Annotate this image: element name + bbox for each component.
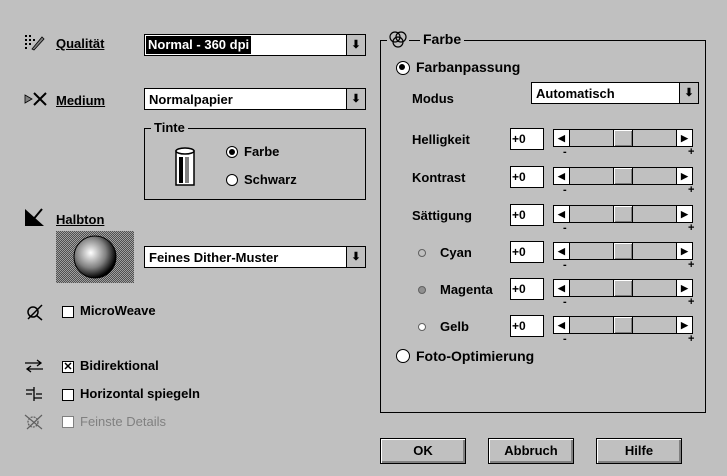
color-matching-radio[interactable] bbox=[396, 61, 410, 75]
slider-plus-label: + bbox=[688, 296, 695, 308]
bidirectional-label[interactable]: Bidirektional bbox=[80, 358, 159, 373]
bidirectional-checkbox[interactable]: ✕ bbox=[62, 361, 74, 373]
slider-minus-label: - bbox=[563, 296, 567, 308]
slider-minus-label: - bbox=[563, 333, 567, 345]
mode-label: Modus bbox=[412, 91, 454, 106]
photo-optimization-radio[interactable] bbox=[396, 349, 410, 363]
dropdown-arrow-icon[interactable]: ⬇ bbox=[679, 83, 698, 103]
slider-plus-label: + bbox=[688, 146, 695, 158]
slider-minus-label: - bbox=[563, 146, 567, 158]
ok-button[interactable]: OK bbox=[380, 438, 466, 464]
slider-thumb[interactable] bbox=[613, 317, 633, 333]
slider-value-field[interactable]: +0 bbox=[510, 128, 544, 150]
slider-label: Sättigung bbox=[412, 208, 472, 223]
slider-minus-label: - bbox=[563, 222, 567, 234]
slider-thumb[interactable] bbox=[613, 243, 633, 259]
halftone-label: Halbton bbox=[56, 212, 105, 227]
color-dot-icon bbox=[418, 323, 426, 331]
slider-minus-label: - bbox=[563, 259, 567, 271]
slider-left-arrow-icon[interactable]: ◀ bbox=[554, 168, 570, 184]
slider-right-arrow-icon[interactable]: ▶ bbox=[676, 168, 692, 184]
finest-details-icon bbox=[24, 414, 43, 430]
slider-left-arrow-icon[interactable]: ◀ bbox=[554, 317, 570, 333]
color-dot-icon bbox=[418, 249, 426, 257]
quality-label: Qualität bbox=[56, 36, 105, 51]
slider-track[interactable]: ◀ ▶ bbox=[553, 316, 693, 334]
slider-minus-label: - bbox=[563, 184, 567, 196]
bidirectional-icon bbox=[25, 359, 43, 373]
quality-icon bbox=[25, 35, 45, 51]
medium-icon bbox=[24, 92, 47, 106]
mode-value: Automatisch bbox=[536, 86, 615, 101]
ink-black-label[interactable]: Schwarz bbox=[244, 172, 297, 187]
slider-track[interactable]: ◀ ▶ bbox=[553, 242, 693, 260]
medium-value: Normalpapier bbox=[149, 92, 233, 107]
halftone-preview-image bbox=[56, 231, 134, 283]
color-dot-icon bbox=[418, 286, 426, 294]
slider-track[interactable]: ◀ ▶ bbox=[553, 129, 693, 147]
slider-right-arrow-icon[interactable]: ▶ bbox=[676, 243, 692, 259]
slider-right-arrow-icon[interactable]: ▶ bbox=[676, 130, 692, 146]
halftone-icon bbox=[25, 208, 44, 226]
slider-plus-label: + bbox=[688, 184, 695, 196]
slider-track[interactable]: ◀ ▶ bbox=[553, 279, 693, 297]
slider-value-field[interactable]: +0 bbox=[510, 204, 544, 226]
slider-left-arrow-icon[interactable]: ◀ bbox=[554, 130, 570, 146]
slider-value-field[interactable]: +0 bbox=[510, 278, 544, 300]
slider-left-arrow-icon[interactable]: ◀ bbox=[554, 280, 570, 296]
slider-label: Kontrast bbox=[412, 170, 466, 185]
finest-details-checkbox[interactable] bbox=[62, 416, 74, 428]
slider-value-field[interactable]: +0 bbox=[510, 166, 544, 188]
slider-thumb[interactable] bbox=[613, 130, 633, 146]
halftone-dropdown[interactable]: Feines Dither-Muster ⬇ bbox=[144, 246, 366, 268]
slider-track[interactable]: ◀ ▶ bbox=[553, 205, 693, 223]
ink-color-label[interactable]: Farbe bbox=[244, 144, 279, 159]
medium-label: Medium bbox=[56, 93, 106, 108]
slider-plus-label: + bbox=[688, 259, 695, 271]
slider-plus-label: + bbox=[688, 222, 695, 234]
slider-right-arrow-icon[interactable]: ▶ bbox=[676, 317, 692, 333]
cancel-button[interactable]: Abbruch bbox=[488, 438, 574, 464]
microweave-label[interactable]: MicroWeave bbox=[80, 303, 156, 318]
slider-right-arrow-icon[interactable]: ▶ bbox=[676, 280, 692, 296]
slider-track[interactable]: ◀ ▶ bbox=[553, 167, 693, 185]
finest-details-label[interactable]: Feinste Details bbox=[80, 414, 166, 429]
quality-value: Normal - 360 dpi bbox=[146, 36, 252, 54]
medium-dropdown[interactable]: Normalpapier ⬇ bbox=[144, 88, 366, 110]
slider-value-field[interactable]: +0 bbox=[510, 315, 544, 337]
microweave-checkbox[interactable] bbox=[62, 306, 74, 318]
mirror-icon bbox=[26, 387, 42, 401]
slider-left-arrow-icon[interactable]: ◀ bbox=[554, 243, 570, 259]
ink-cartridge-icon bbox=[175, 147, 195, 186]
color-circles-icon bbox=[387, 30, 409, 50]
help-button[interactable]: Hilfe bbox=[596, 438, 682, 464]
ink-black-radio[interactable] bbox=[226, 174, 238, 186]
microweave-icon bbox=[27, 304, 43, 321]
color-matching-label[interactable]: Farbanpassung bbox=[416, 59, 520, 75]
color-group-title: Farbe bbox=[420, 31, 465, 47]
photo-optimization-label[interactable]: Foto-Optimierung bbox=[416, 348, 534, 364]
slider-value-field[interactable]: +0 bbox=[510, 241, 544, 263]
slider-left-arrow-icon[interactable]: ◀ bbox=[554, 206, 570, 222]
slider-thumb[interactable] bbox=[613, 280, 633, 296]
dropdown-arrow-icon[interactable]: ⬇ bbox=[346, 35, 365, 55]
quality-dropdown[interactable]: Normal - 360 dpi ⬇ bbox=[144, 34, 366, 56]
dropdown-arrow-icon[interactable]: ⬇ bbox=[346, 247, 365, 267]
dropdown-arrow-icon[interactable]: ⬇ bbox=[346, 89, 365, 109]
slider-label: Helligkeit bbox=[412, 132, 470, 147]
ink-group-title: Tinte bbox=[151, 120, 188, 135]
mode-dropdown[interactable]: Automatisch ⬇ bbox=[531, 82, 699, 104]
slider-right-arrow-icon[interactable]: ▶ bbox=[676, 206, 692, 222]
slider-label: Cyan bbox=[440, 245, 472, 260]
halftone-value: Feines Dither-Muster bbox=[149, 250, 279, 265]
mirror-checkbox[interactable] bbox=[62, 389, 74, 401]
slider-label: Gelb bbox=[440, 319, 469, 334]
slider-label: Magenta bbox=[440, 282, 493, 297]
ink-color-radio[interactable] bbox=[226, 146, 238, 158]
slider-plus-label: + bbox=[688, 333, 695, 345]
slider-thumb[interactable] bbox=[613, 206, 633, 222]
slider-thumb[interactable] bbox=[613, 168, 633, 184]
mirror-label[interactable]: Horizontal spiegeln bbox=[80, 386, 200, 401]
